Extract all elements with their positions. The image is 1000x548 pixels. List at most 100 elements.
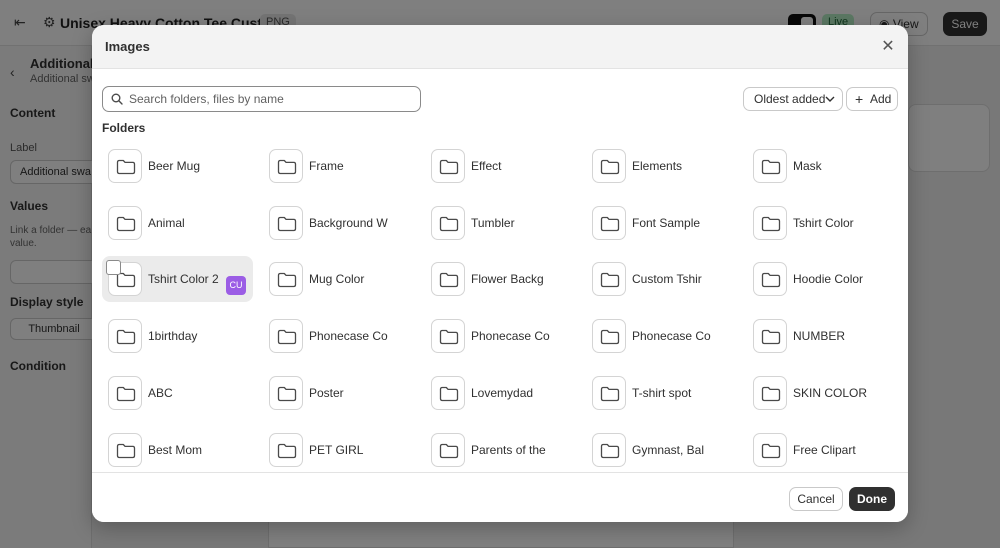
folder-item[interactable]: Mug Color [263, 256, 414, 302]
folder-thumbnail [269, 206, 303, 240]
folder-item[interactable]: Tshirt Color [747, 200, 898, 246]
search-icon [111, 93, 123, 105]
folder-item[interactable]: Lovemydad [425, 370, 576, 416]
folder-item[interactable]: T-shirt spot [586, 370, 737, 416]
folder-name: Gymnast, Bal [632, 443, 705, 457]
folder-thumbnail [269, 149, 303, 183]
folder-item[interactable]: Mask [747, 143, 898, 189]
folder-item[interactable]: PET GIRL [263, 427, 414, 472]
folder-item[interactable]: Elements [586, 143, 737, 189]
folder-thumbnail [431, 376, 465, 410]
folder-grid: Beer Mug Frame Effect Elements Mask Animal Bac… [102, 143, 902, 472]
cancel-button[interactable]: Cancel [789, 487, 843, 511]
done-button[interactable]: Done [849, 487, 895, 511]
folder-thumbnail [592, 433, 626, 467]
folder-name: Hoodie Color [793, 272, 864, 286]
folder-name: Mask [793, 159, 822, 173]
folder-thumbnail [269, 376, 303, 410]
folder-item[interactable]: 1birthday [102, 313, 253, 359]
folder-name: Phonecase Co [471, 329, 550, 343]
folder-name: Flower Backg [471, 272, 544, 286]
folder-thumbnail [592, 149, 626, 183]
search-input[interactable] [129, 90, 414, 108]
chevron-down-icon [825, 96, 835, 102]
folder-icon [761, 159, 781, 175]
folder-thumbnail [753, 433, 787, 467]
folder-item[interactable]: Phonecase Co [425, 313, 576, 359]
folder-item[interactable]: Poster [263, 370, 414, 416]
folder-item[interactable]: Effect [425, 143, 576, 189]
folder-name: T-shirt spot [632, 386, 692, 400]
folder-icon [600, 159, 620, 175]
folder-icon [600, 329, 620, 345]
folder-thumbnail [108, 319, 142, 353]
folder-name: Parents of the [471, 443, 546, 457]
folder-name: Phonecase Co [632, 329, 711, 343]
folder-name: Phonecase Co [309, 329, 388, 343]
folder-icon [600, 386, 620, 402]
user-badge: CU [226, 276, 246, 295]
sort-select[interactable]: Oldest added [743, 87, 843, 111]
folder-item[interactable]: Flower Backg [425, 256, 576, 302]
folder-item[interactable]: Best Mom [102, 427, 253, 472]
add-button[interactable]: + Add [846, 87, 898, 111]
folder-name: Poster [309, 386, 344, 400]
folder-thumbnail [108, 149, 142, 183]
folder-thumbnail [753, 149, 787, 183]
folder-item[interactable]: Gymnast, Bal [586, 427, 737, 472]
folder-name: 1birthday [148, 329, 198, 343]
folder-thumbnail [592, 206, 626, 240]
folder-name: Beer Mug [148, 159, 201, 173]
folder-item[interactable]: Phonecase Co [586, 313, 737, 359]
folder-thumbnail [592, 262, 626, 296]
folder-thumbnail [108, 433, 142, 467]
folder-name: Tumbler [471, 216, 515, 230]
sort-label: Oldest added [754, 92, 826, 106]
folder-thumbnail [269, 433, 303, 467]
folder-item[interactable]: Animal [102, 200, 253, 246]
folder-name: Tshirt Color [793, 216, 854, 230]
folder-item[interactable]: Hoodie Color [747, 256, 898, 302]
folder-icon [439, 216, 459, 232]
folder-name: Background W [309, 216, 388, 230]
folder-item[interactable]: Background W [263, 200, 414, 246]
folder-name: Elements [632, 159, 683, 173]
folder-name: Effect [471, 159, 502, 173]
folder-item[interactable]: Beer Mug [102, 143, 253, 189]
folder-icon [116, 443, 136, 459]
folder-icon [439, 272, 459, 288]
folder-name: SKIN COLOR [793, 386, 868, 400]
folder-item[interactable]: Font Sample [586, 200, 737, 246]
folder-thumbnail [753, 262, 787, 296]
folder-icon [277, 386, 297, 402]
folder-icon [277, 216, 297, 232]
select-checkbox[interactable] [106, 260, 121, 275]
folder-item[interactable]: Frame [263, 143, 414, 189]
folder-item[interactable]: SKIN COLOR [747, 370, 898, 416]
folder-thumbnail [431, 319, 465, 353]
folder-thumbnail [431, 433, 465, 467]
folder-thumbnail [431, 149, 465, 183]
folder-icon [277, 329, 297, 345]
folder-item[interactable]: Tumbler [425, 200, 576, 246]
folder-icon [600, 216, 620, 232]
plus-icon: + [855, 91, 864, 107]
folder-item[interactable]: Custom Tshir [586, 256, 737, 302]
folder-thumbnail [753, 319, 787, 353]
close-icon[interactable]: ✕ [878, 37, 898, 57]
folder-item[interactable]: NUMBER [747, 313, 898, 359]
folder-icon [439, 159, 459, 175]
folder-thumbnail [592, 319, 626, 353]
folder-item[interactable]: Phonecase Co [263, 313, 414, 359]
folder-item[interactable]: Free Clipart [747, 427, 898, 472]
folder-thumbnail [108, 376, 142, 410]
folder-thumbnail [753, 206, 787, 240]
folder-icon [439, 329, 459, 345]
folder-item[interactable]: ABC [102, 370, 253, 416]
folder-item[interactable]: Parents of the [425, 427, 576, 472]
modal-footer: Cancel Done [92, 472, 908, 522]
folder-item[interactable]: Tshirt Color 2 CU [102, 256, 253, 302]
folder-thumbnail [269, 262, 303, 296]
search-field[interactable] [102, 86, 421, 112]
folder-thumbnail [592, 376, 626, 410]
